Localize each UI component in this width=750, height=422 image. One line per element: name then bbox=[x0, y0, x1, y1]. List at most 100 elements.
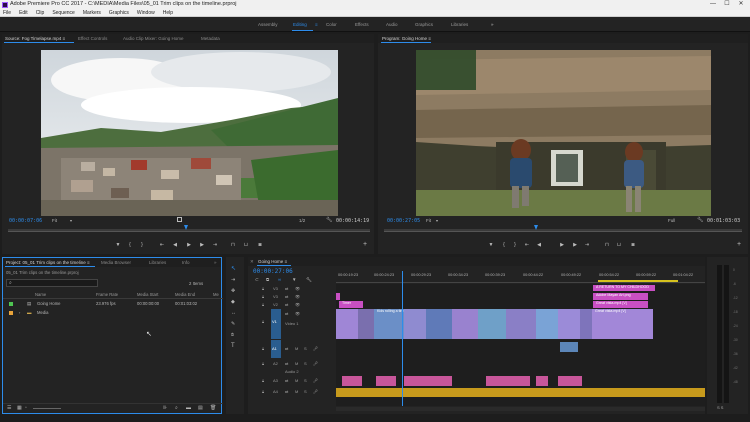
new-bin-icon[interactable]: ▬ bbox=[186, 405, 191, 411]
find-icon[interactable]: ⌕ bbox=[175, 405, 178, 411]
column-media-start[interactable]: Media Start bbox=[137, 292, 158, 297]
audio-clip-a3[interactable] bbox=[376, 376, 396, 386]
audio-clip-a3[interactable] bbox=[536, 376, 548, 386]
project-search-input[interactable]: ⌕ bbox=[6, 279, 98, 287]
source-go-to-out-icon[interactable]: ⇥ bbox=[212, 242, 218, 248]
lock-icon[interactable]: 🔒︎ bbox=[262, 389, 264, 394]
video-clip[interactable] bbox=[452, 309, 478, 339]
program-extract-icon[interactable]: ⊔ bbox=[616, 242, 622, 248]
nest-icon[interactable]: ⧉ bbox=[266, 277, 269, 282]
track-label-a3[interactable]: A3 bbox=[273, 378, 278, 383]
timeline-tracks-area[interactable]: A RETURN TO MY CHILDHOOD Timer Adobe May… bbox=[336, 271, 705, 406]
mute-button[interactable]: M bbox=[295, 389, 298, 394]
source-video-frame[interactable] bbox=[41, 50, 338, 216]
menu-graphics[interactable]: Graphics bbox=[109, 9, 129, 16]
video-clip[interactable] bbox=[336, 309, 358, 339]
timeline-timecode[interactable]: 00:00:27:06 bbox=[253, 268, 293, 275]
work-area-bar[interactable] bbox=[598, 280, 678, 282]
source-patch-v1[interactable] bbox=[271, 309, 281, 339]
minimize-button[interactable]: — bbox=[706, 0, 720, 9]
program-go-to-out-icon[interactable]: ⇥ bbox=[584, 242, 590, 248]
linked-selection-icon[interactable]: ∞ bbox=[278, 277, 281, 282]
menu-help[interactable]: Help bbox=[163, 9, 173, 16]
clear-icon[interactable]: 🗑︎ bbox=[210, 405, 216, 411]
clip-great-vista-v1[interactable]: Great vista.mp4 [V] bbox=[592, 309, 653, 339]
track-select-tool-icon[interactable]: ⇥ bbox=[231, 277, 235, 283]
source-fit-dropdown[interactable]: Fit bbox=[52, 218, 57, 223]
tab-audio-clip-mixer[interactable]: Audio Clip Mixer: Going Home bbox=[123, 34, 184, 43]
program-timecode[interactable]: 00:00:27:05 bbox=[387, 218, 420, 224]
mute-button[interactable]: M bbox=[295, 378, 298, 383]
sync-lock-icon[interactable]: ⇄ bbox=[285, 361, 288, 366]
solo-button[interactable]: S bbox=[304, 361, 307, 366]
tab-libraries[interactable]: Libraries bbox=[149, 258, 166, 267]
program-fit-chevron-icon[interactable]: ▾ bbox=[436, 218, 438, 223]
audio-clip-a3[interactable] bbox=[342, 376, 362, 386]
source-insert-button-icon[interactable]: ⊓ bbox=[230, 242, 236, 248]
solo-button[interactable]: S bbox=[304, 389, 307, 394]
clip-great-vista-v2[interactable]: Great vista.mp4 [V] bbox=[593, 301, 648, 308]
program-export-frame-icon[interactable]: ◙ bbox=[630, 242, 636, 248]
source-overwrite-icon[interactable]: ⊔ bbox=[243, 242, 249, 248]
zoom-slider[interactable] bbox=[33, 408, 61, 409]
workspace-libraries[interactable]: Libraries bbox=[451, 17, 468, 32]
menu-sequence[interactable]: Sequence bbox=[52, 9, 75, 16]
timeline-ruler[interactable]: 00:00:19:23 00:00:24:23 00:00:29:23 00:0… bbox=[336, 271, 705, 283]
sync-lock-icon[interactable]: ⇄ bbox=[285, 346, 288, 351]
menu-edit[interactable]: Edit bbox=[19, 9, 28, 16]
tab-metadata[interactable]: Metadata bbox=[201, 34, 220, 43]
selection-tool-icon[interactable]: ↖ bbox=[231, 265, 236, 272]
track-label-v3[interactable]: V3 bbox=[273, 294, 278, 299]
track-label-a2[interactable]: A2 bbox=[273, 361, 278, 366]
mute-button[interactable]: M bbox=[295, 346, 298, 351]
source-button-editor-icon[interactable]: + bbox=[362, 241, 368, 248]
tab-info[interactable]: Info bbox=[182, 258, 190, 267]
source-fit-chevron-icon[interactable]: ▾ bbox=[70, 218, 72, 223]
video-clip[interactable] bbox=[558, 309, 580, 339]
voice-over-mic-icon[interactable]: 🎤︎ bbox=[313, 389, 318, 394]
meter-solo-buttons[interactable]: S S bbox=[717, 405, 723, 410]
sync-lock-icon[interactable]: ⇄ bbox=[285, 378, 288, 383]
voice-over-mic-icon[interactable]: 🎤︎ bbox=[313, 378, 318, 383]
workspace-assembly[interactable]: Assembly bbox=[258, 17, 278, 32]
program-go-to-in-icon[interactable]: ⇤ bbox=[524, 242, 530, 248]
source-mark-out-icon[interactable]: } bbox=[139, 242, 145, 248]
lock-icon[interactable]: 🔒︎ bbox=[262, 286, 264, 291]
sync-lock-icon[interactable]: ⇄ bbox=[285, 294, 288, 299]
workspace-color[interactable]: Color bbox=[326, 17, 337, 32]
program-fit-dropdown[interactable]: Fit bbox=[426, 218, 431, 223]
program-play-icon[interactable]: ▶ bbox=[559, 242, 565, 248]
voice-over-mic-icon[interactable]: 🎤︎ bbox=[313, 346, 318, 351]
program-mark-out-icon[interactable]: } bbox=[512, 242, 518, 248]
program-settings-wrench-icon[interactable]: 🔧︎ bbox=[697, 217, 703, 223]
razor-tool-icon[interactable]: ◆ bbox=[231, 299, 235, 305]
source-resolution-dropdown[interactable]: 1/2 bbox=[299, 218, 305, 223]
tab-effect-controls[interactable]: Effect Controls bbox=[78, 34, 107, 43]
solo-button[interactable]: S bbox=[304, 346, 307, 351]
timeline-close-icon[interactable]: ✕ bbox=[250, 257, 254, 266]
column-name[interactable]: Name bbox=[35, 292, 46, 297]
audio-clip-a3[interactable] bbox=[486, 376, 530, 386]
project-row[interactable]: › ▬ Media bbox=[3, 310, 223, 318]
track-label-v2[interactable]: V2 bbox=[273, 302, 278, 307]
audio-music-bed-a4[interactable] bbox=[336, 388, 705, 397]
ripple-edit-tool-icon[interactable]: ✥ bbox=[231, 288, 235, 294]
snap-icon[interactable]: ⊂ bbox=[255, 277, 259, 283]
lock-icon[interactable]: 🔒︎ bbox=[262, 361, 264, 366]
lock-icon[interactable]: 🔒︎ bbox=[262, 346, 264, 351]
eye-icon[interactable]: 👁︎ bbox=[295, 286, 300, 291]
project-tabs-overflow-button[interactable]: » bbox=[214, 258, 217, 267]
menu-file[interactable]: File bbox=[3, 9, 11, 16]
close-button[interactable]: ✕ bbox=[734, 0, 748, 9]
video-clip[interactable] bbox=[426, 309, 452, 339]
column-frame-rate[interactable]: Frame Rate bbox=[96, 292, 118, 297]
tab-media-browser[interactable]: Media Browser bbox=[101, 258, 131, 267]
program-mark-in-icon[interactable]: { bbox=[501, 242, 507, 248]
source-export-frame-icon[interactable]: ◙ bbox=[257, 242, 263, 248]
lock-icon[interactable]: 🔒︎ bbox=[262, 378, 264, 383]
eye-icon[interactable]: 👁︎ bbox=[295, 311, 300, 316]
menu-window[interactable]: Window bbox=[137, 9, 155, 16]
source-step-back-icon[interactable]: ◀ bbox=[172, 242, 178, 248]
hand-tool-icon[interactable]: ✋︎ bbox=[231, 332, 234, 338]
track-label-a1[interactable]: A1 bbox=[272, 346, 277, 351]
